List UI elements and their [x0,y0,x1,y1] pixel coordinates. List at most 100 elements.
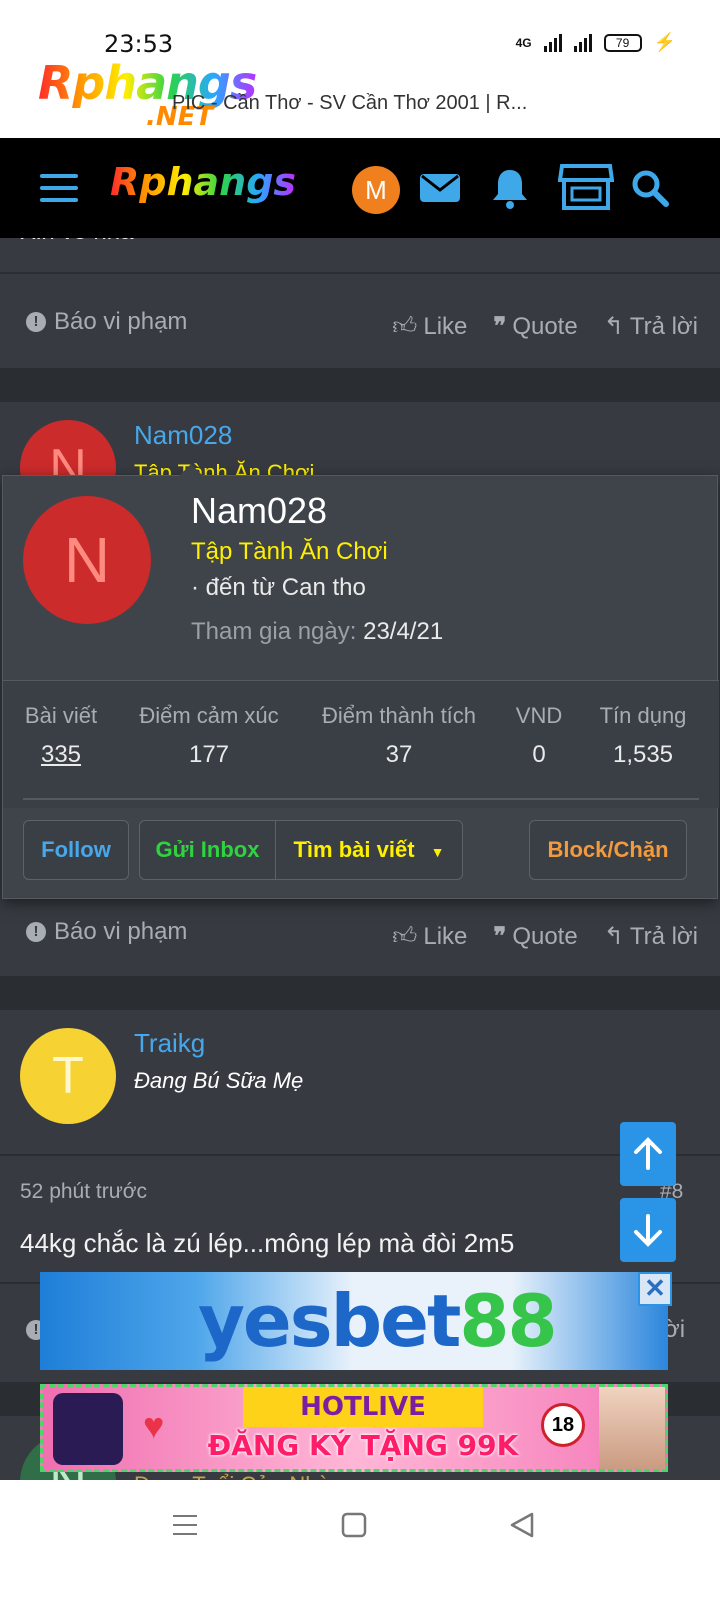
button-group: Gửi Inbox Tìm bài viết ▼ [139,820,463,880]
post-time[interactable]: 52 phút trước [20,1180,147,1204]
ad-logo [53,1393,123,1465]
status-bar: 23:53 4G 79 ⚡ Rphangs .NET PIC - Cần Thơ… [0,0,720,138]
quote-label: Quote [512,922,578,950]
report-icon: ! [26,312,46,332]
like-button[interactable]: 👍︎ Like [392,922,467,951]
page-title: PIC - Cần Thơ - SV Cần Thơ 2001 | R... [172,92,528,114]
arrow-down-icon [634,1214,662,1247]
like-icon: 👍︎ [392,312,418,340]
stat-label: Điểm cảm xúc [139,703,279,728]
signal-icon [543,33,562,52]
tooltip-user-title: Tập Tành Ăn Chơi [191,538,388,565]
reply-icon: ↰ [603,923,624,950]
status-icons: 4G 79 ⚡ [516,32,676,53]
quote-button[interactable]: ❞ Quote [493,312,577,341]
ad-text-a: yesbet [198,1279,461,1363]
scroll-bottom-button[interactable] [620,1198,676,1262]
post-body-partial: Xin về nha [20,238,133,246]
stat-label: Điểm thành tích [321,703,477,728]
post-divider [0,1154,720,1156]
tooltip-location: · đến từ Can tho [191,574,366,601]
stat-credit: Tín dụng 1,535 [595,703,691,769]
account-avatar[interactable]: M [352,166,400,214]
heart-icon: ♥ [143,1405,165,1446]
report-label: Báo vi phạm [54,918,188,945]
stat-value: 1,535 [612,741,674,768]
report-label: Báo vi phạm [54,308,188,335]
reply-icon: ↰ [603,313,624,340]
post-previous: Xin về nha ! Báo vi phạm 👍︎Like ❞Quote ↰… [0,238,720,368]
ad-banner-yesbet[interactable]: yesbet88 [40,1272,668,1370]
back-icon[interactable] [508,1510,536,1540]
reply-label: Trả lời [629,922,698,950]
charging-icon: ⚡ [653,32,676,52]
mail-icon[interactable] [418,166,462,210]
home-icon[interactable] [340,1510,368,1540]
post-actions: ! Báo vi phạm 👍︎ Like ❞ Quote ↰ Trả lời [0,898,720,968]
stat-reactions: Điểm cảm xúc 177 [133,703,285,769]
like-label: Like [423,312,468,340]
ad-banner-hotlive[interactable]: ♥ HOTLIVE ĐĂNG KÝ TẶNG 99K 18 [40,1384,668,1472]
stat-value[interactable]: 335 [23,741,99,769]
username-link[interactable]: Nam028 [134,420,232,451]
ad-photo [599,1387,665,1469]
like-label: Like [423,922,468,950]
quote-button[interactable]: ❞ Quote [493,922,577,951]
stat-label: Tín dụng [599,703,687,728]
recent-apps-icon[interactable] [170,1510,200,1540]
follow-button[interactable]: Follow [23,820,129,880]
battery-level: 79 [615,35,630,50]
stat-label: VND [515,703,563,728]
find-posts-button[interactable]: Tìm bài viết ▼ [276,821,462,879]
stat-label: Bài viết [24,703,98,728]
joined-date: 23/4/21 [363,618,444,645]
stat-value: 37 [385,741,413,768]
status-time: 23:53 [104,30,174,58]
stat-vnd: VND 0 [513,703,565,769]
thread-content: Xin về nha ! Báo vi phạm 👍︎Like ❞Quote ↰… [0,238,720,1600]
signal-icon-2 [573,33,592,52]
stat-value: 0 [532,741,546,768]
like-button[interactable]: 👍︎ Like [392,312,467,341]
report-button[interactable]: ! Báo vi phạm [26,918,187,946]
member-tooltip: N Nam028 Tập Tành Ăn Chơi · đến từ Can t… [2,464,719,899]
send-inbox-button[interactable]: Gửi Inbox [140,821,276,879]
username-link[interactable]: Traikg [134,1028,205,1059]
ad-subline: ĐĂNG KÝ TẶNG 99K [207,1429,519,1462]
close-ad-icon[interactable]: ✕ [638,1272,672,1306]
quote-icon: ❞ [493,923,507,950]
dropdown-caret-icon: ▼ [430,844,445,860]
store-icon[interactable] [558,162,614,212]
battery-icon: 79 [603,33,642,52]
report-button[interactable]: ! Báo vi phạm [26,308,187,336]
ad-text-b: 88 [459,1279,557,1363]
navbar-logo[interactable]: Rphangs [110,160,296,204]
ad-headline: HOTLIVE [243,1387,483,1427]
reply-button[interactable]: ↰ Trả lời [604,922,698,951]
tooltip-joined: Tham gia ngày: 23/4/21 [191,618,443,646]
arrow-up-icon [634,1137,662,1170]
find-posts-label: Tìm bài viết [293,837,415,862]
report-icon: ! [26,922,46,942]
site-navbar: Rphangs M [0,138,720,238]
post-divider [0,272,720,274]
block-button[interactable]: Block/Chặn [529,820,687,880]
system-nav-bar [0,1480,720,1600]
tooltip-avatar[interactable]: N [23,496,151,624]
stat-achievements: Điểm thành tích 37 [315,703,483,769]
tooltip-divider [23,798,699,800]
stat-value: 177 [188,741,230,768]
quote-icon: ❞ [493,313,507,340]
reply-button[interactable]: ↰ Trả lời [604,312,698,341]
avatar[interactable]: T [20,1028,116,1124]
menu-icon[interactable] [40,174,78,202]
bell-icon[interactable] [488,166,532,210]
tooltip-actions: Follow Gửi Inbox Tìm bài viết ▼ Block/Ch… [3,820,719,880]
search-icon[interactable] [630,168,670,208]
scroll-top-button[interactable] [620,1122,676,1186]
reply-label: Trả lời [629,312,698,340]
tooltip-username[interactable]: Nam028 [191,490,327,532]
post-actions: ! Báo vi phạm 👍︎ Like ❞ Quote ↰ Trả lời [0,288,720,358]
user-title: Đang Bú Sữa Mẹ [134,1068,304,1093]
age-badge: 18 [541,1403,585,1447]
